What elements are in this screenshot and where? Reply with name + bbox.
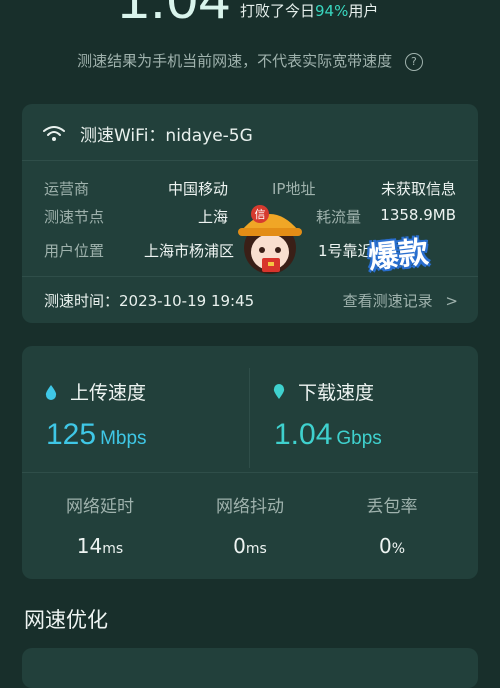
latency-label: 网络延时 — [66, 497, 134, 517]
section-title: 网速优化 — [24, 608, 108, 632]
latency-value: 14ms — [40, 534, 160, 558]
carrier-label: 运营商 — [44, 180, 90, 198]
location-label: 用户位置 — [44, 242, 105, 260]
download-title-row: 下载速度 — [272, 378, 374, 405]
download-value: 1.04 — [274, 418, 333, 451]
location-value: 上海市杨浦区 — [143, 242, 234, 260]
traffic-label: 耗流量 — [316, 208, 362, 226]
traffic-value: 1358.9MB — [380, 206, 456, 224]
disclaimer-note: 测速结果为手机当前网速，不代表实际宽带速度 ? — [0, 50, 500, 71]
divider — [249, 368, 250, 468]
download-title: 下载速度 — [298, 382, 375, 404]
beat-suffix: 用户 — [348, 2, 379, 20]
upload-unit: Mbps — [100, 428, 147, 449]
upload-drop-icon — [45, 384, 57, 400]
upload-value-row: 125 Mbps — [46, 418, 147, 452]
jitter-unit: ms — [245, 541, 267, 557]
divider — [22, 472, 478, 473]
hat-badge-text: 信 — [255, 208, 266, 221]
ip-value: 未获取信息 — [380, 180, 456, 198]
download-drop-icon — [273, 383, 285, 399]
view-records-label: 查看测速记录 — [342, 292, 433, 310]
packet-loss-label: 丢包率 — [366, 497, 418, 517]
server-label: 1号靠近 — [318, 242, 373, 260]
packet-loss-number: 0 — [378, 534, 392, 558]
upload-value: 125 — [46, 418, 97, 451]
upload-title: 上传速度 — [70, 382, 147, 404]
beat-prefix: 打败了今日 — [240, 2, 316, 20]
jitter-value: 0ms — [190, 534, 310, 558]
node-label: 测速节点 — [44, 208, 105, 226]
beat-percent: 94% — [315, 2, 349, 20]
test-time: 测速时间：2023-10-19 19:45 — [44, 292, 255, 310]
carrier-value: 中国移动 — [167, 180, 228, 198]
jitter-number: 0 — [233, 534, 246, 558]
help-icon[interactable]: ? — [404, 52, 423, 71]
download-value-row: 1.04 Gbps — [274, 418, 382, 452]
latency-unit: ms — [102, 541, 124, 557]
beat-percent-text: 打败了今日94%用户 — [240, 0, 378, 21]
speed-headline: 1.04 — [118, 0, 231, 31]
divider — [22, 160, 478, 161]
jitter-label: 网络抖动 — [216, 497, 284, 517]
node-value: 上海 — [197, 208, 228, 226]
latency-number: 14 — [76, 534, 103, 558]
cartoon-sticker-icon: 信 — [238, 205, 302, 274]
speed-card: 上传速度 125 Mbps 下载速度 1.04 Gbps 网络延时 14ms 网络抖… — [22, 346, 478, 579]
download-unit: Gbps — [336, 428, 382, 449]
sticker-badge-text: 爆款 — [366, 234, 431, 277]
view-records-link[interactable]: 查看测速记录 > — [343, 290, 458, 311]
wifi-icon — [43, 126, 65, 141]
packet-loss-value: 0% — [332, 534, 452, 558]
optimize-card[interactable] — [22, 648, 478, 688]
wifi-label: 测速WiFi：nidaye-5G — [80, 125, 253, 146]
chevron-right-icon: > — [445, 292, 458, 310]
wifi-row: 测速WiFi：nidaye-5G — [42, 120, 253, 146]
disclaimer-text: 测速结果为手机当前网速，不代表实际宽带速度 — [77, 52, 393, 70]
packet-loss-unit: % — [391, 541, 406, 557]
upload-title-row: 上传速度 — [44, 378, 146, 405]
